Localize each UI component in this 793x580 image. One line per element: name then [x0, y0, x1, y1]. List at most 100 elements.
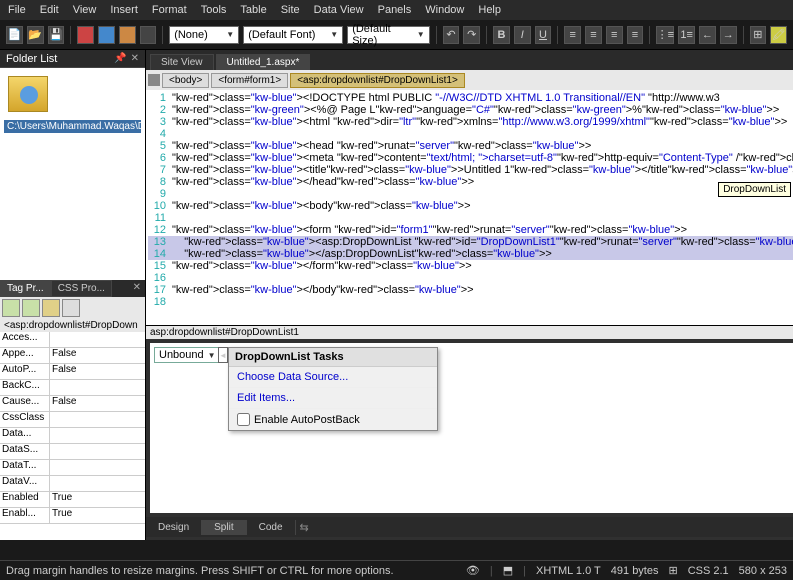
property-value[interactable]: False [50, 348, 145, 363]
code-line[interactable]: 18 [148, 296, 793, 308]
property-row[interactable]: AutoP...False [0, 364, 145, 380]
design-surface[interactable]: Unbound ▼ ◄ DropDownList Tasks Choose Da… [150, 343, 793, 513]
view-tab-code[interactable]: Code [247, 520, 296, 535]
dropdownlist-control[interactable]: Unbound ▼ [154, 347, 221, 363]
property-value[interactable] [50, 332, 145, 347]
outdent-button[interactable]: ← [699, 26, 716, 44]
code-line[interactable]: 6"kw-red">class="kw-blue"><meta "kw-red"… [148, 152, 793, 164]
code-line[interactable]: 4 [148, 128, 793, 140]
align-right-button[interactable]: ≡ [606, 26, 623, 44]
toolbar-icon-d[interactable] [140, 26, 157, 44]
menu-dataview[interactable]: Data View [314, 4, 364, 16]
bold-button[interactable]: B [493, 26, 510, 44]
code-line[interactable]: 13 "kw-red">class="kw-blue"><asp:DropDow… [148, 236, 793, 248]
smart-tag-arrow[interactable]: ◄ [218, 347, 228, 363]
code-line[interactable]: 15"kw-red">class="kw-blue"></form"kw-red… [148, 260, 793, 272]
list-bullets-button[interactable]: ⋮≡ [656, 26, 674, 44]
code-line[interactable]: 1"kw-red">class="kw-blue"><!DOCTYPE html… [148, 92, 793, 104]
menu-view[interactable]: View [73, 4, 97, 16]
folder-list-close-icon[interactable]: ✕ [131, 53, 139, 64]
property-value[interactable] [50, 412, 145, 427]
code-editor[interactable]: 1"kw-red">class="kw-blue"><!DOCTYPE html… [146, 90, 793, 325]
property-value[interactable] [50, 428, 145, 443]
italic-button[interactable]: I [514, 26, 531, 44]
underline-button[interactable]: U [535, 26, 552, 44]
property-row[interactable]: DataT... [0, 460, 145, 476]
property-row[interactable]: DataV... [0, 476, 145, 492]
menu-file[interactable]: File [8, 4, 26, 16]
code-line[interactable]: 7"kw-red">class="kw-blue"><title"kw-red"… [148, 164, 793, 176]
redo-button[interactable]: ↷ [463, 26, 480, 44]
toolbar-icon-c[interactable] [119, 26, 136, 44]
borders-button[interactable]: ⊞ [750, 26, 767, 44]
style-selector[interactable]: (None)▼ [169, 26, 239, 44]
tab-site-view[interactable]: Site View [150, 54, 214, 70]
design-breadcrumb[interactable]: asp:dropdownlist#DropDownList1 [146, 326, 793, 339]
view-tab-split[interactable]: Split [202, 520, 246, 535]
property-value[interactable]: True [50, 508, 145, 523]
breadcrumb-nav-icon[interactable] [148, 74, 160, 86]
code-line[interactable]: 16 [148, 272, 793, 284]
open-button[interactable]: 📂 [27, 26, 44, 44]
task-autopostback[interactable]: Enable AutoPostBack [229, 409, 437, 430]
undo-button[interactable]: ↶ [443, 26, 460, 44]
property-row[interactable]: BackC... [0, 380, 145, 396]
property-row[interactable]: CssClass [0, 412, 145, 428]
tab-current-file[interactable]: Untitled_1.aspx* [216, 54, 311, 70]
code-line[interactable]: 3"kw-red">class="kw-blue"><html "kw-red"… [148, 116, 793, 128]
code-line[interactable]: 14 "kw-red">class="kw-blue"></asp:DropDo… [148, 248, 793, 260]
breadcrumb-form[interactable]: <form#form1> [211, 73, 288, 88]
align-justify-button[interactable]: ≡ [627, 26, 644, 44]
status-std-icon[interactable]: ⊞ [668, 564, 677, 577]
highlight-button[interactable]: 🖍 [770, 26, 787, 44]
tab-tag-properties[interactable]: Tag Pr... [0, 280, 51, 297]
task-edit-items[interactable]: Edit Items... [229, 388, 437, 409]
property-value[interactable]: True [50, 492, 145, 507]
property-value[interactable] [50, 460, 145, 475]
property-row[interactable]: Appe...False [0, 348, 145, 364]
align-left-button[interactable]: ≡ [564, 26, 581, 44]
code-line[interactable]: 12"kw-red">class="kw-blue"><form "kw-red… [148, 224, 793, 236]
indent-button[interactable]: → [720, 26, 737, 44]
folder-list-pin-icon[interactable]: 📌 [114, 53, 126, 64]
task-choose-datasource[interactable]: Choose Data Source... [229, 367, 437, 388]
status-xhtml[interactable]: XHTML 1.0 T [536, 565, 601, 577]
menu-panels[interactable]: Panels [378, 4, 412, 16]
menu-table[interactable]: Table [240, 4, 266, 16]
toolbar-icon-a[interactable] [77, 26, 94, 44]
tagprops-btn-3[interactable] [42, 299, 60, 317]
tab-css-properties[interactable]: CSS Pro... [51, 280, 112, 297]
font-selector[interactable]: (Default Font)▼ [243, 26, 343, 44]
code-line[interactable]: 17"kw-red">class="kw-blue"></body"kw-red… [148, 284, 793, 296]
tagprops-close-icon[interactable]: ✕ [129, 280, 145, 297]
property-row[interactable]: EnabledTrue [0, 492, 145, 508]
property-value[interactable] [50, 444, 145, 459]
breadcrumb-body[interactable]: <body> [162, 73, 209, 88]
property-value[interactable]: False [50, 364, 145, 379]
property-value[interactable] [50, 476, 145, 491]
code-line[interactable]: 10"kw-red">class="kw-blue"><body"kw-red"… [148, 200, 793, 212]
breadcrumb-dropdownlist[interactable]: <asp:dropdownlist#DropDownList1> [290, 73, 465, 88]
save-button[interactable]: 💾 [48, 26, 65, 44]
tagprops-btn-2[interactable] [22, 299, 40, 317]
menu-help[interactable]: Help [478, 4, 501, 16]
view-tab-design[interactable]: Design [146, 520, 202, 535]
code-line[interactable]: 5"kw-red">class="kw-blue"><head "kw-red"… [148, 140, 793, 152]
code-line[interactable]: 11 [148, 212, 793, 224]
property-value[interactable] [50, 380, 145, 395]
property-row[interactable]: Data... [0, 428, 145, 444]
status-mode-icon[interactable]: ⬒ [503, 564, 513, 577]
status-visual-aids-icon[interactable]: 👁 [466, 564, 480, 577]
status-css[interactable]: CSS 2.1 [688, 565, 729, 577]
property-row[interactable]: Enabl...True [0, 508, 145, 524]
code-line[interactable]: 8"kw-red">class="kw-blue"></head"kw-red"… [148, 176, 793, 188]
list-numbers-button[interactable]: 1≡ [678, 26, 695, 44]
tagprops-btn-4[interactable] [62, 299, 80, 317]
menu-edit[interactable]: Edit [40, 4, 59, 16]
tagprops-btn-1[interactable] [2, 299, 20, 317]
new-button[interactable]: 📄 [6, 26, 23, 44]
align-center-button[interactable]: ≡ [585, 26, 602, 44]
toolbar-icon-b[interactable] [98, 26, 115, 44]
menu-window[interactable]: Window [425, 4, 464, 16]
menu-insert[interactable]: Insert [110, 4, 138, 16]
